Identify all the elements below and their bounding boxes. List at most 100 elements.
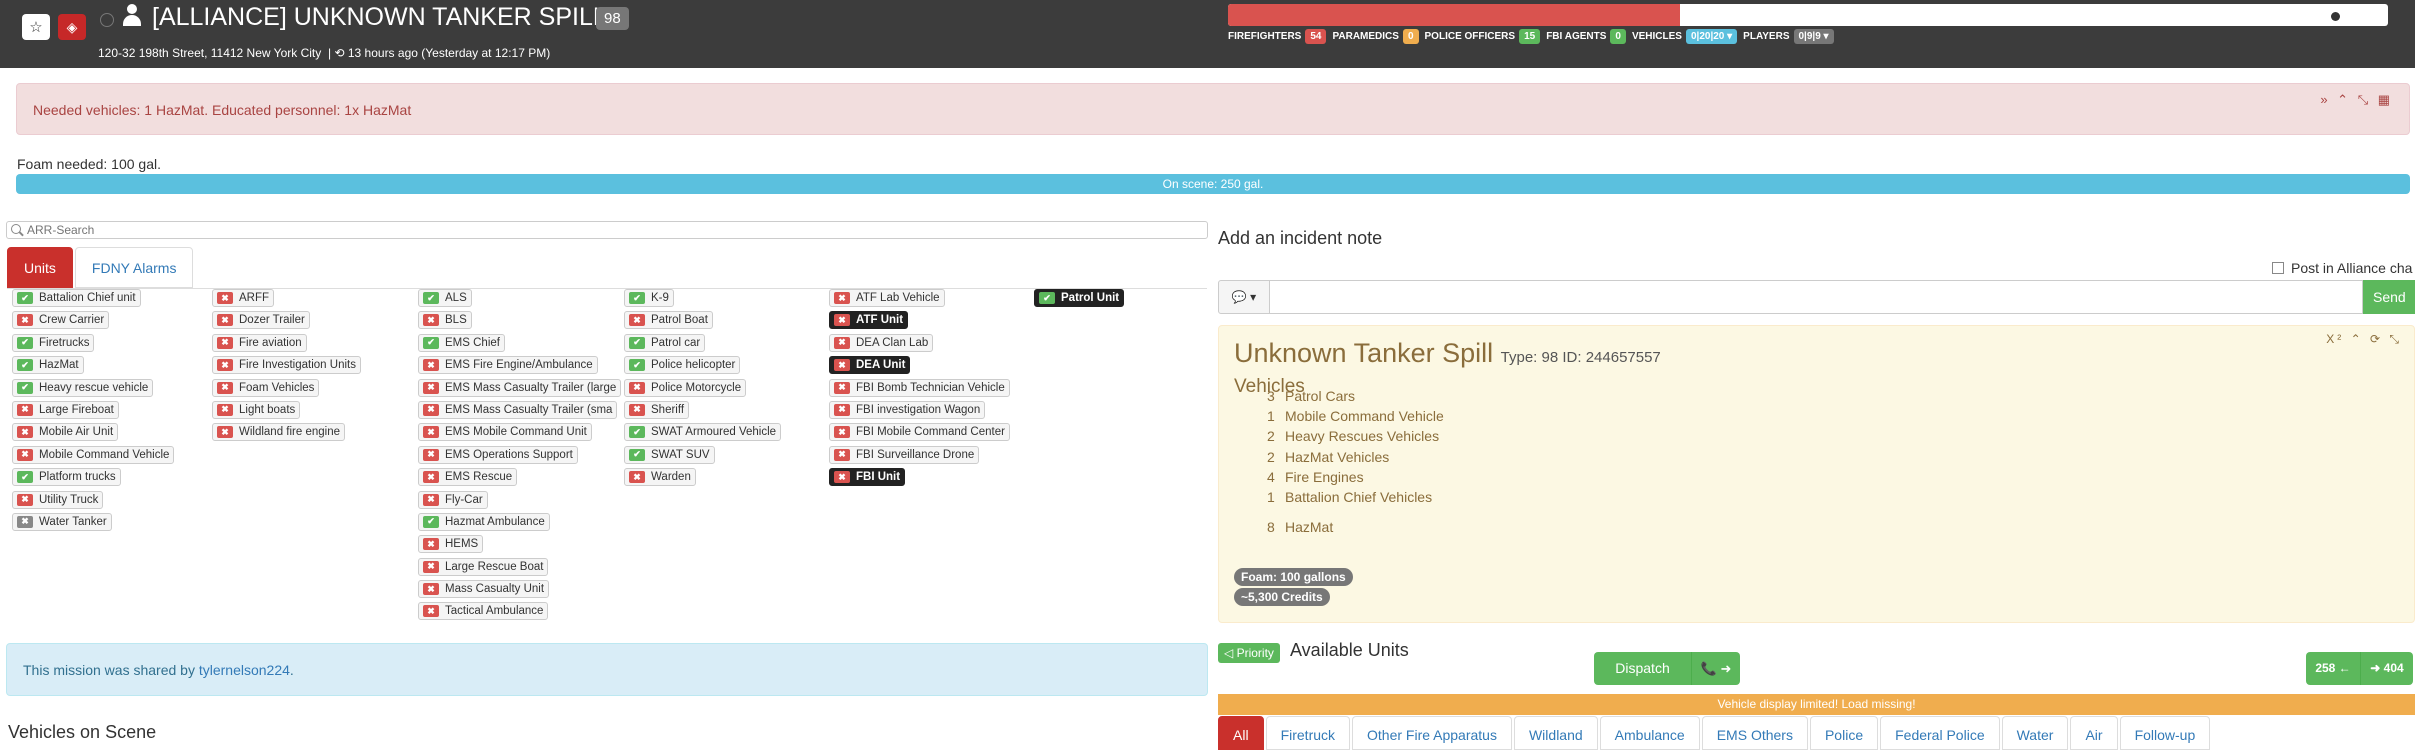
stat-value-players[interactable]: 0|9|9 ▾ bbox=[1793, 29, 1834, 44]
vehicle-tab-other-fire-apparatus[interactable]: Other Fire Apparatus bbox=[1352, 716, 1512, 750]
unit-button-ems-mass-casualty-trailer-large[interactable]: ✖ EMS Mass Casualty Trailer (large bbox=[418, 378, 622, 397]
unit-button-patrol-unit[interactable]: ✔ Patrol Unit bbox=[1034, 289, 1125, 307]
unit-button-ems-mass-casualty-trailer-sma[interactable]: ✖ EMS Mass Casualty Trailer (sma bbox=[418, 400, 618, 419]
unit-button-fbi-unit[interactable]: ✖ FBI Unit bbox=[829, 468, 906, 487]
unit-button-als[interactable]: ✔ ALS bbox=[418, 289, 472, 307]
unit-button-atf-unit[interactable]: ✖ ATF Unit bbox=[829, 311, 909, 330]
favorite-button[interactable]: ☆ bbox=[22, 14, 50, 40]
mission-panel-tools-icons[interactable]: X² ⌃ ⟳ ⤡ bbox=[2326, 332, 2402, 347]
unit-button-hazmat-ambulance[interactable]: ✔ Hazmat Ambulance bbox=[418, 512, 550, 531]
requirement-item: 2 HazMat Vehicles bbox=[1267, 449, 1389, 465]
unit-button-ems-fire-engine-ambulance[interactable]: ✖ EMS Fire Engine/Ambulance bbox=[418, 356, 598, 375]
requirement-item: 8 HazMat bbox=[1267, 519, 1333, 535]
unit-button-large-rescue-boat[interactable]: ✖ Large Rescue Boat bbox=[418, 557, 549, 576]
next-mission-button[interactable]: ➜ 404 bbox=[2361, 652, 2413, 685]
note-type-dropdown[interactable]: 💬 ▾ bbox=[1218, 280, 1270, 314]
unit-button-ems-operations-support[interactable]: ✖ EMS Operations Support bbox=[418, 445, 578, 464]
unit-button-firetrucks[interactable]: ✔ Firetrucks bbox=[12, 333, 95, 352]
unit-label: Foam Vehicles bbox=[239, 381, 315, 394]
checkbox-box[interactable] bbox=[2272, 262, 2284, 274]
vehicle-tab-ambulance[interactable]: Ambulance bbox=[1599, 716, 1700, 750]
post-alliance-checkbox[interactable]: Post in Alliance cha bbox=[2272, 260, 2412, 276]
unit-button-police-helicopter[interactable]: ✔ Police helicopter bbox=[624, 356, 741, 375]
unit-button-k-9[interactable]: ✔ K-9 bbox=[624, 289, 674, 307]
check-icon: ✔ bbox=[629, 426, 645, 439]
vehicle-tab-water[interactable]: Water bbox=[2001, 716, 2069, 750]
alert-tools-icons[interactable]: » ⌃ ⤡ ▦ bbox=[2320, 92, 2393, 108]
unit-button-arff[interactable]: ✖ ARFF bbox=[212, 289, 275, 307]
unit-button-swat-suv[interactable]: ✔ SWAT SUV bbox=[624, 445, 715, 464]
unit-button-fbi-mobile-command-center[interactable]: ✖ FBI Mobile Command Center bbox=[829, 423, 1010, 442]
unit-button-patrol-boat[interactable]: ✖ Patrol Boat bbox=[624, 311, 713, 330]
caution-button[interactable]: ◈ bbox=[58, 14, 86, 40]
unit-button-swat-armoured-vehicle[interactable]: ✔ SWAT Armoured Vehicle bbox=[624, 423, 782, 442]
vehicle-tab-ems-others[interactable]: EMS Others bbox=[1701, 716, 1808, 750]
unit-button-light-boats[interactable]: ✖ Light boats bbox=[212, 400, 301, 419]
dispatch-next-button[interactable]: 📞 ➜ bbox=[1692, 652, 1740, 685]
unit-button-large-fireboat[interactable]: ✖ Large Fireboat bbox=[12, 400, 119, 419]
unit-button-mobile-command-vehicle[interactable]: ✖ Mobile Command Vehicle bbox=[12, 445, 175, 464]
priority-button[interactable]: ◁ Priority bbox=[1218, 643, 1280, 663]
unit-button-atf-lab-vehicle[interactable]: ✖ ATF Lab Vehicle bbox=[829, 289, 945, 307]
unit-button-ems-mobile-command-unit[interactable]: ✖ EMS Mobile Command Unit bbox=[418, 423, 592, 442]
cross-icon: ✖ bbox=[834, 359, 850, 372]
unit-button-tactical-ambulance[interactable]: ✖ Tactical Ambulance bbox=[418, 602, 549, 621]
shared-user-link[interactable]: tylernelson224 bbox=[199, 662, 290, 678]
unit-button-mobile-air-unit[interactable]: ✖ Mobile Air Unit bbox=[12, 423, 119, 442]
unit-button-utility-truck[interactable]: ✖ Utility Truck bbox=[12, 490, 104, 509]
unit-button-dea-unit[interactable]: ✖ DEA Unit bbox=[829, 356, 911, 375]
vehicle-limit-warning[interactable]: Vehicle display limited! Load missing! bbox=[1218, 694, 2415, 715]
vehicle-tab-all[interactable]: All bbox=[1218, 716, 1264, 750]
unit-button-bls[interactable]: ✖ BLS bbox=[418, 311, 472, 330]
unit-button-fbi-surveillance-drone[interactable]: ✖ FBI Surveillance Drone bbox=[829, 445, 980, 464]
unit-button-fire-aviation[interactable]: ✖ Fire aviation bbox=[212, 333, 307, 352]
unit-button-police-motorcycle[interactable]: ✖ Police Motorcycle bbox=[624, 378, 747, 397]
unit-button-warden[interactable]: ✖ Warden bbox=[624, 468, 696, 487]
unit-button-heavy-rescue-vehicle[interactable]: ✔ Heavy rescue vehicle bbox=[12, 378, 154, 397]
unit-button-crew-carrier[interactable]: ✖ Crew Carrier bbox=[12, 311, 110, 330]
unit-button-ems-chief[interactable]: ✔ EMS Chief bbox=[418, 333, 505, 352]
clock-icon: ⟲ bbox=[334, 46, 345, 60]
unit-button-wildland-fire-engine[interactable]: ✖ Wildland fire engine bbox=[212, 423, 346, 442]
check-icon: ✔ bbox=[17, 359, 33, 372]
personnel-stats: FIREFIGHTERS 54 PARAMEDICS 0 POLICE OFFICERS… bbox=[1228, 29, 1840, 44]
unit-button-foam-vehicles[interactable]: ✖ Foam Vehicles bbox=[212, 378, 320, 397]
unit-button-mass-casualty-unit[interactable]: ✖ Mass Casualty Unit bbox=[418, 580, 550, 599]
unit-button-ems-rescue[interactable]: ✖ EMS Rescue bbox=[418, 468, 518, 487]
dispatch-button[interactable]: Dispatch bbox=[1594, 652, 1692, 685]
unit-button-battalion-chief-unit[interactable]: ✔ Battalion Chief unit bbox=[12, 289, 141, 307]
unit-button-patrol-car[interactable]: ✔ Patrol car bbox=[624, 333, 706, 352]
vehicle-tab-air[interactable]: Air bbox=[2070, 716, 2118, 750]
arr-search-input[interactable] bbox=[6, 221, 1208, 239]
vehicle-tab-firetruck[interactable]: Firetruck bbox=[1265, 716, 1351, 750]
unit-button-hems[interactable]: ✖ HEMS bbox=[418, 535, 484, 554]
unit-button-water-tanker[interactable]: ✖ Water Tanker bbox=[12, 512, 112, 531]
vehicle-tab-wildland[interactable]: Wildland bbox=[1513, 716, 1598, 750]
unit-button-fbi-investigation-wagon[interactable]: ✖ FBI investigation Wagon bbox=[829, 400, 986, 419]
stat-value-vehicles[interactable]: 0|20|20 ▾ bbox=[1685, 29, 1738, 44]
prev-mission-button[interactable]: 258 ← bbox=[2306, 652, 2361, 685]
unit-label: BLS bbox=[445, 314, 467, 327]
stat-value-fbi-agents: 0 bbox=[1610, 29, 1626, 44]
vehicle-tab-follow-up[interactable]: Follow-up bbox=[2119, 716, 2211, 750]
note-input[interactable] bbox=[1270, 280, 2363, 314]
foam-pill: Foam: 100 gallons bbox=[1234, 568, 1353, 586]
unit-button-platform-trucks[interactable]: ✔ Platform trucks bbox=[12, 468, 121, 487]
mission-header: ☆ ◈ [ALLIANCE] UNKNOWN TANKER SPILL 98 1… bbox=[0, 0, 2415, 68]
stat-label-police-officers: POLICE OFFICERS bbox=[1424, 31, 1516, 42]
unit-button-dozer-trailer[interactable]: ✖ Dozer Trailer bbox=[212, 311, 310, 330]
unit-button-fire-investigation-units[interactable]: ✖ Fire Investigation Units bbox=[212, 356, 361, 375]
tab-units[interactable]: Units bbox=[7, 247, 73, 288]
send-button[interactable]: Send bbox=[2363, 280, 2415, 314]
vehicle-tab-federal-police[interactable]: Federal Police bbox=[1880, 716, 2000, 750]
unit-label: K-9 bbox=[651, 292, 669, 304]
vehicle-tab-police[interactable]: Police bbox=[1809, 716, 1879, 750]
cross-icon: ✖ bbox=[834, 314, 850, 327]
stat-value-firefighters: 54 bbox=[1305, 29, 1327, 44]
unit-button-fly-car[interactable]: ✖ Fly-Car bbox=[418, 490, 488, 509]
unit-button-dea-clan-lab[interactable]: ✖ DEA Clan Lab bbox=[829, 333, 934, 352]
unit-button-fbi-bomb-technician-vehicle[interactable]: ✖ FBI Bomb Technician Vehicle bbox=[829, 378, 1010, 397]
tab-fdny-alarms[interactable]: FDNY Alarms bbox=[74, 247, 194, 288]
unit-button-sheriff[interactable]: ✖ Sheriff bbox=[624, 400, 690, 419]
unit-button-hazmat[interactable]: ✔ HazMat bbox=[12, 356, 84, 375]
